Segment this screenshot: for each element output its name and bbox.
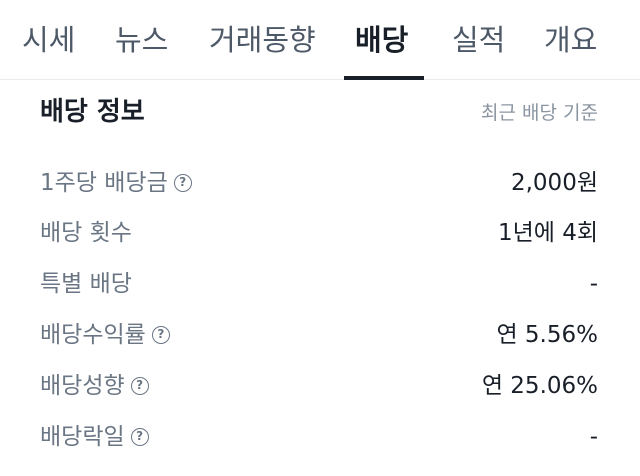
tab-bar: 시세 뉴스 거래동향 배당 실적 개요	[0, 0, 640, 80]
info-row-dividend-yield: 배당수익률 ? 연 5.56%	[40, 315, 598, 355]
tab-price[interactable]: 시세	[22, 0, 75, 80]
row-value: 연 25.06%	[481, 373, 598, 399]
active-tab-indicator	[344, 76, 424, 80]
row-label: 1주당 배당금	[40, 170, 168, 196]
info-row-special-dividend: 특별 배당 -	[40, 264, 598, 304]
tab-news[interactable]: 뉴스	[115, 0, 168, 80]
info-row-dividend-per-share: 1주당 배당금 ? 2,000원	[40, 163, 598, 203]
row-value: -	[589, 271, 598, 297]
row-label: 배당성향	[40, 373, 125, 399]
info-row-payout-ratio: 배당성향 ? 연 25.06%	[40, 366, 598, 406]
question-circle-icon[interactable]: ?	[151, 326, 170, 344]
dividend-basis-note: 최근 배당 기준	[481, 102, 598, 124]
row-label: 배당수익률	[40, 322, 146, 348]
tab-dividend[interactable]: 배당	[355, 0, 408, 80]
row-label: 특별 배당	[40, 271, 132, 297]
row-label: 배당락일	[40, 424, 125, 450]
question-circle-icon[interactable]: ?	[130, 428, 149, 446]
tab-trading-trend[interactable]: 거래동향	[209, 0, 316, 80]
info-row-ex-dividend-date: 배당락일 ? -	[40, 417, 598, 457]
row-value: 1년에 4회	[497, 220, 598, 246]
tab-overview[interactable]: 개요	[544, 0, 597, 80]
tab-earnings[interactable]: 실적	[452, 0, 505, 80]
question-circle-icon[interactable]: ?	[130, 377, 149, 395]
question-circle-icon[interactable]: ?	[173, 174, 192, 192]
info-row-dividend-frequency: 배당 횟수 1년에 4회	[40, 213, 598, 253]
row-label: 배당 횟수	[40, 220, 132, 246]
section-title: 배당 정보	[40, 97, 145, 127]
row-value: 2,000원	[510, 170, 598, 196]
row-value: 연 5.56%	[496, 322, 598, 348]
row-value: -	[589, 424, 598, 450]
